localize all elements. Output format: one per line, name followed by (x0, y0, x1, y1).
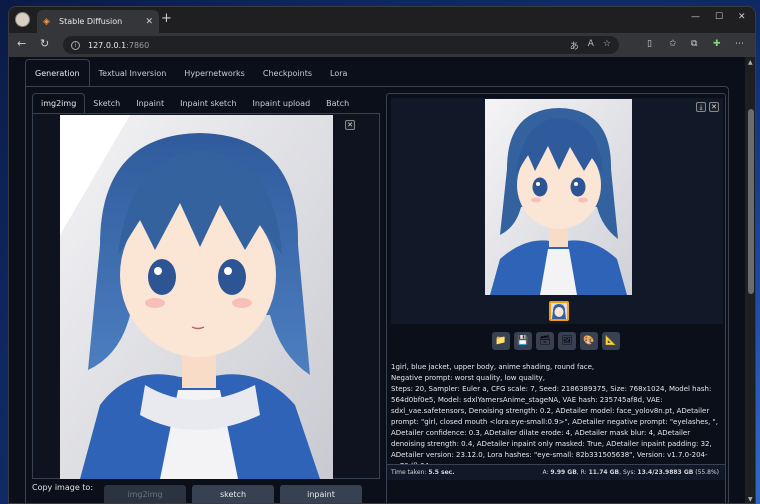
open-folder-icon[interactable]: 📁 (492, 332, 510, 350)
copy-image-label: Copy image to: (32, 483, 94, 492)
minimize-icon[interactable]: — (691, 12, 700, 22)
thumbnail-image (551, 303, 567, 319)
extension-icon[interactable]: ✚ (713, 39, 721, 49)
memory-usage: A: 9.99 GB, R: 11.74 GB, Sys: 13.4/23.98… (542, 469, 719, 476)
subtab-inpaint-sketch[interactable]: Inpaint sketch (172, 93, 244, 113)
close-tab-icon[interactable]: ✕ (145, 17, 153, 27)
clear-image-button[interactable]: ✕ (345, 120, 355, 130)
info-negative-prompt: Negative prompt: worst quality, low qual… (391, 374, 545, 382)
generation-info: 1girl, blue jacket, upper body, anime sh… (391, 362, 723, 472)
address-bar[interactable]: i 127.0.0.1:7860 あ A ☆ (63, 36, 619, 54)
tab-lora[interactable]: Lora (321, 59, 356, 87)
send-to-extras-icon[interactable]: 📐 (602, 332, 620, 350)
copy-to-sketch-button[interactable]: sketch (192, 485, 274, 503)
translate-icon[interactable]: あ (570, 39, 579, 52)
output-gallery: ⤓ ✕ (391, 98, 723, 324)
profile-avatar[interactable] (15, 12, 30, 27)
collections-icon[interactable]: ⧉ (691, 39, 697, 49)
split-screen-icon[interactable]: ▯ (647, 39, 652, 49)
tab-hypernetworks[interactable]: Hypernetworks (175, 59, 254, 87)
send-to-inpaint-icon[interactable]: 🎨 (580, 332, 598, 350)
output-column: ⤓ ✕ 📁 💾 🗃 🖼 🎨 📐 1girl, blue jacket, uppe… (386, 93, 726, 503)
info-prompt: 1girl, blue jacket, upper body, anime sh… (391, 363, 595, 371)
page-scrollbar[interactable]: ▲ ▼ (745, 57, 755, 503)
subtab-img2img[interactable]: img2img (32, 93, 86, 113)
img2img-column: img2img Sketch Inpaint Inpaint sketch In… (32, 93, 392, 503)
subtab-batch[interactable]: Batch (318, 93, 357, 113)
close-window-icon[interactable]: ✕ (738, 12, 746, 22)
output-image[interactable] (485, 99, 632, 295)
scroll-down-icon[interactable]: ▼ (748, 496, 753, 503)
tab-textual-inversion[interactable]: Textual Inversion (90, 59, 176, 87)
main-tabs: Generation Textual Inversion Hypernetwor… (25, 59, 356, 87)
output-tool-buttons: 📁 💾 🗃 🖼 🎨 📐 (492, 332, 620, 350)
download-icon[interactable]: ⤓ (696, 102, 706, 112)
copy-image-row: Copy image to: img2img sketch inpaint (32, 480, 384, 503)
tab-strip: ◈ Stable Diffusion ✕ + — ☐ ✕ (9, 7, 755, 33)
browser-window: ◈ Stable Diffusion ✕ + — ☐ ✕ ← ↻ i 127.0… (8, 6, 756, 504)
info-parameters: Steps: 20, Sampler: Euler a, CFG scale: … (391, 385, 718, 470)
menu-icon[interactable]: ⋯ (735, 39, 744, 49)
subtab-inpaint-upload[interactable]: Inpaint upload (245, 93, 319, 113)
tab-generation[interactable]: Generation (25, 59, 90, 87)
browser-toolbar: ← ↻ i 127.0.0.1:7860 あ A ☆ ▯ ✩ ⧉ ✚ ⋯ (9, 33, 755, 57)
back-icon[interactable]: ← (17, 38, 26, 50)
performance-bar: Time taken: 5.5 sec. A: 9.99 GB, R: 11.7… (387, 464, 725, 480)
url-text: 127.0.0.1:7860 (88, 40, 150, 50)
browser-tab[interactable]: ◈ Stable Diffusion ✕ (37, 10, 159, 33)
close-gallery-icon[interactable]: ✕ (709, 102, 719, 112)
reload-icon[interactable]: ↻ (40, 38, 49, 50)
tab-title: Stable Diffusion (59, 17, 123, 26)
input-image (60, 115, 333, 479)
address-bar-actions: あ A ☆ (570, 39, 611, 52)
input-image-area[interactable]: ✕ (32, 113, 380, 479)
favorite-star-icon[interactable]: ☆ (603, 39, 611, 52)
copy-to-img2img-button[interactable]: img2img (104, 485, 186, 503)
maximize-icon[interactable]: ☐ (715, 12, 723, 22)
img2img-subtabs: img2img Sketch Inpaint Inpaint sketch In… (32, 93, 392, 113)
subtab-sketch[interactable]: Sketch (85, 93, 128, 113)
read-aloud-icon[interactable]: A (588, 39, 594, 52)
webui-page: Generation Textual Inversion Hypernetwor… (9, 57, 745, 503)
subtab-inpaint[interactable]: Inpaint (128, 93, 172, 113)
send-to-img2img-icon[interactable]: 🖼 (558, 332, 576, 350)
tab-checkpoints[interactable]: Checkpoints (254, 59, 321, 87)
scrollbar-thumb[interactable] (748, 109, 754, 294)
scroll-up-icon[interactable]: ▲ (748, 59, 753, 66)
copy-to-inpaint-button[interactable]: inpaint (280, 485, 362, 503)
gallery-thumbnail[interactable] (549, 301, 569, 321)
site-info-icon[interactable]: i (71, 40, 80, 50)
new-tab-icon[interactable]: + (161, 12, 172, 26)
save-icon[interactable]: 💾 (514, 332, 532, 350)
time-taken: Time taken: 5.5 sec. (391, 469, 455, 476)
gallery-controls: ⤓ ✕ (696, 102, 719, 112)
favicon-icon: ◈ (43, 16, 50, 27)
zip-icon[interactable]: 🗃 (536, 332, 554, 350)
favorites-icon[interactable]: ✩ (669, 39, 677, 49)
generation-panel: img2img Sketch Inpaint Inpaint sketch In… (25, 86, 729, 503)
